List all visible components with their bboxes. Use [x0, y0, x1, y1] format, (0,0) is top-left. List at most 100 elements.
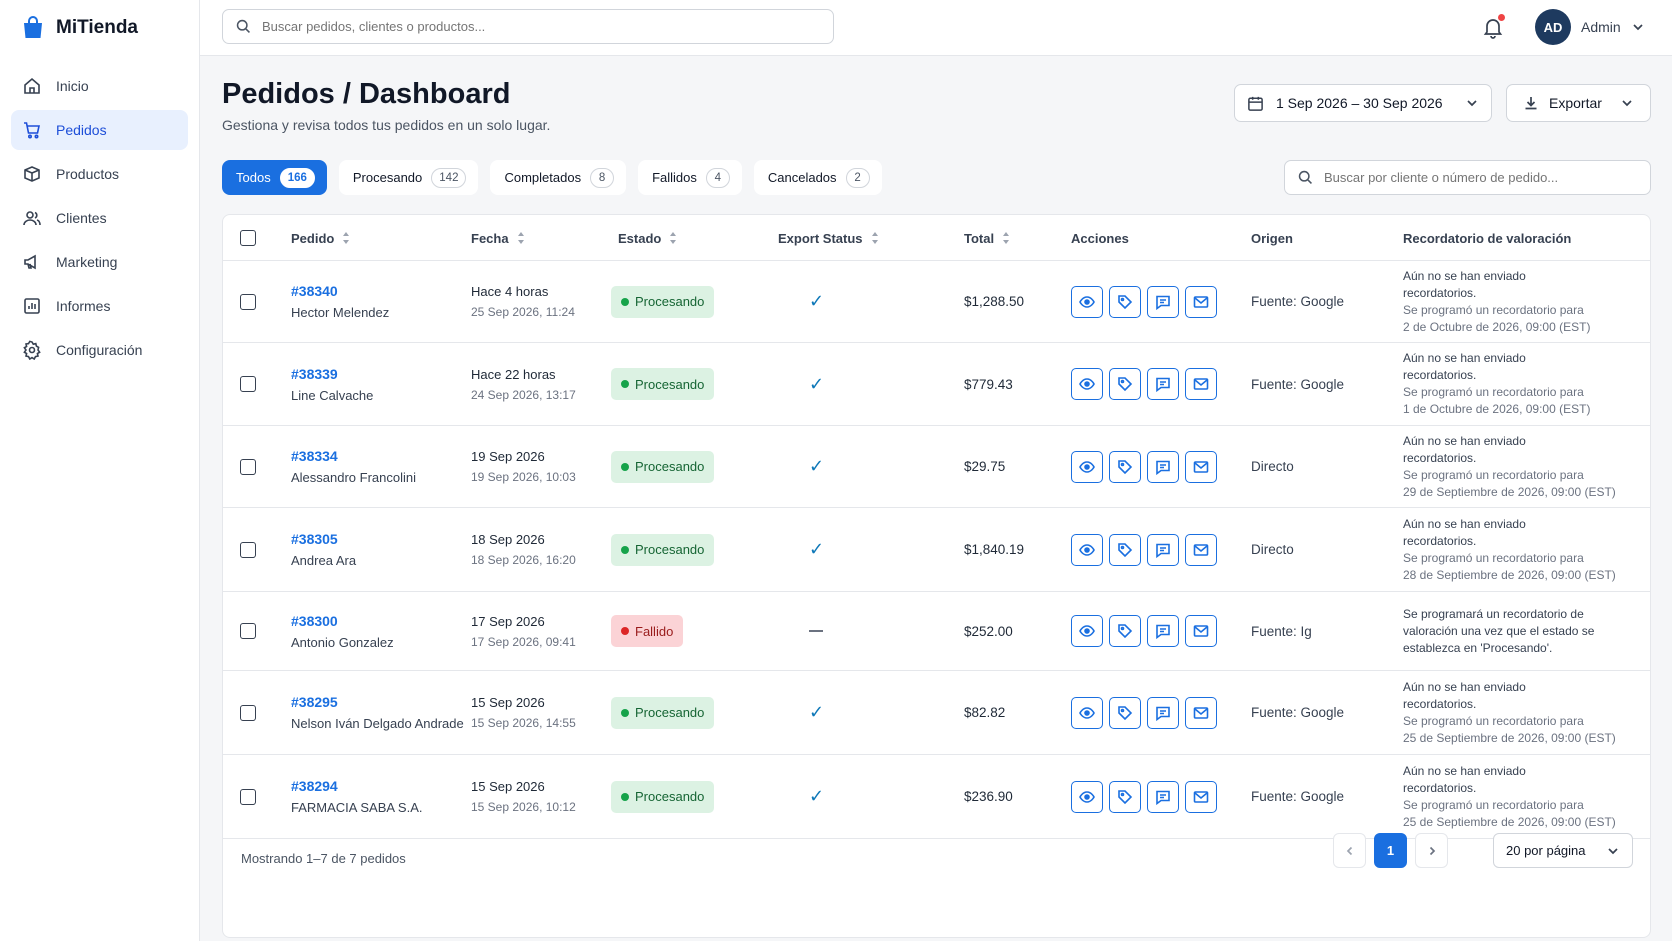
global-search[interactable] [222, 9, 834, 44]
per-page-label: 20 por página [1506, 843, 1586, 858]
table-row[interactable]: #38305 Andrea Ara 18 Sep 2026 18 Sep 2026, … [223, 508, 1650, 592]
reminder-line: 2 de Octubre de 2026, 09:00 (EST) [1403, 319, 1591, 334]
order-date-full: 19 Sep 2026, 10:03 [471, 470, 576, 484]
email-button[interactable] [1185, 450, 1217, 483]
order-search[interactable] [1284, 160, 1651, 195]
row-checkbox[interactable] [240, 623, 256, 639]
row-checkbox[interactable] [240, 704, 256, 721]
comment-button[interactable] [1147, 615, 1179, 647]
order-id-link[interactable]: #38334 [291, 448, 416, 464]
view-button[interactable] [1071, 533, 1103, 566]
row-checkbox[interactable] [240, 541, 256, 558]
brand[interactable]: MiTienda [0, 0, 199, 56]
status-dot [621, 708, 629, 717]
view-button[interactable] [1071, 450, 1103, 483]
tag-button[interactable] [1109, 368, 1141, 400]
comment-button[interactable] [1147, 780, 1179, 813]
tab-completados[interactable]: Completados 8 [490, 160, 627, 195]
sidebar-item-clientes[interactable]: Clientes [11, 198, 188, 238]
sidebar-item-marketing[interactable]: Marketing [11, 242, 188, 282]
global-search-input[interactable] [262, 19, 821, 34]
row-checkbox[interactable] [240, 788, 256, 805]
row-checkbox[interactable] [240, 293, 256, 310]
order-id-link[interactable]: #38294 [291, 778, 423, 794]
sidebar-item-inicio[interactable]: Inicio [11, 66, 188, 106]
comment-button[interactable] [1147, 533, 1179, 566]
tab-label: Cancelados [767, 170, 837, 185]
table-row[interactable]: #38334 Alessandro Francolini 19 Sep 2026 19… [223, 426, 1650, 508]
order-id-link[interactable]: #38340 [291, 283, 389, 299]
page-button-current[interactable]: 1 [1374, 833, 1407, 868]
view-button[interactable] [1071, 285, 1103, 318]
tab-count: 4 [705, 167, 730, 188]
comment-button[interactable] [1147, 696, 1179, 729]
view-button[interactable] [1071, 696, 1103, 729]
select-all-checkbox[interactable] [240, 230, 256, 246]
order-id-link[interactable]: #38305 [291, 531, 356, 547]
tag-button[interactable] [1109, 780, 1141, 813]
status-label: Procesando [635, 459, 705, 474]
table-row[interactable]: #38295 Nelson Iván Delgado Andrade 15 Sep … [223, 671, 1650, 755]
table-row[interactable]: #38294 FARMACIA SABA S.A. 15 Sep 2026 15 Se… [223, 755, 1650, 839]
tag-button[interactable] [1109, 285, 1141, 318]
order-id-link[interactable]: #38300 [291, 613, 394, 629]
col-export-status[interactable]: Export Status [778, 215, 879, 261]
sidebar-item-productos[interactable]: Productos [11, 154, 188, 194]
view-button[interactable] [1071, 780, 1103, 813]
comment-button[interactable] [1147, 285, 1179, 318]
date-range-picker[interactable]: 1 Sep 2026 – 30 Sep 2026 [1234, 84, 1492, 122]
sidebar-item-pedidos[interactable]: Pedidos [11, 110, 188, 150]
reminder-line: Se programó un recordatorio para [1403, 550, 1584, 565]
row-checkbox[interactable] [240, 376, 256, 392]
email-button[interactable] [1185, 696, 1217, 729]
total-cell: $1,288.50 [964, 261, 1024, 342]
comment-button[interactable] [1147, 368, 1179, 400]
status-tabs: Todos 166 Procesando 142 Completados 8 F… [222, 160, 882, 195]
prev-page-button[interactable] [1333, 833, 1366, 868]
sidebar-item-configuracion[interactable]: Configuración [11, 330, 188, 370]
order-search-input[interactable] [1324, 170, 1638, 185]
table-row[interactable]: #38300 Antonio Gonzalez 17 Sep 2026 17 Sep … [223, 592, 1650, 671]
user-menu[interactable]: AD Admin [1535, 9, 1645, 45]
status-cell: Procesando [611, 261, 715, 342]
email-button[interactable] [1185, 780, 1217, 813]
order-date-full: 15 Sep 2026, 14:55 [471, 716, 576, 730]
row-checkbox[interactable] [240, 458, 256, 475]
view-button[interactable] [1071, 615, 1103, 647]
tab-count: 142 [431, 167, 467, 188]
sidebar-item-informes[interactable]: Informes [11, 286, 188, 326]
order-cell: #38340 Hector Melendez [291, 261, 389, 342]
chat-icon [1156, 543, 1170, 558]
table-row[interactable]: #38340 Hector Melendez Hace 4 horas 25 Sep … [223, 261, 1650, 343]
status-dot [621, 462, 629, 471]
per-page-select[interactable]: 20 por página [1493, 833, 1633, 868]
email-button[interactable] [1185, 368, 1217, 400]
chevron-down-icon [1608, 847, 1618, 854]
col-estado[interactable]: Estado [618, 215, 677, 261]
email-button[interactable] [1185, 615, 1217, 647]
tab-cancelados[interactable]: Cancelados 2 [753, 160, 882, 195]
col-acciones: Acciones [1071, 215, 1129, 261]
sort-icon [517, 232, 524, 244]
tag-button[interactable] [1109, 615, 1141, 647]
tab-todos[interactable]: Todos 166 [222, 160, 327, 195]
next-page-button[interactable] [1415, 833, 1448, 868]
tab-procesando[interactable]: Procesando 142 [338, 160, 479, 195]
email-button[interactable] [1185, 533, 1217, 566]
order-id-link[interactable]: #38295 [291, 694, 464, 710]
export-button[interactable]: Exportar [1506, 84, 1651, 122]
check-icon: ✓ [809, 291, 825, 311]
table-row[interactable]: #38339 Line Calvache Hace 22 horas 24 Sep 2… [223, 343, 1650, 426]
tab-fallidos[interactable]: Fallidos 4 [638, 160, 742, 195]
order-id-link[interactable]: #38339 [291, 366, 373, 382]
comment-button[interactable] [1147, 450, 1179, 483]
tag-button[interactable] [1109, 533, 1141, 566]
col-fecha[interactable]: Fecha [471, 215, 525, 261]
email-button[interactable] [1185, 285, 1217, 318]
tag-button[interactable] [1109, 450, 1141, 483]
tag-button[interactable] [1109, 696, 1141, 729]
col-total[interactable]: Total [964, 215, 1010, 261]
col-pedido[interactable]: Pedido [291, 215, 350, 261]
view-button[interactable] [1071, 368, 1103, 400]
reminder-line: Se programó un recordatorio para [1403, 713, 1584, 728]
